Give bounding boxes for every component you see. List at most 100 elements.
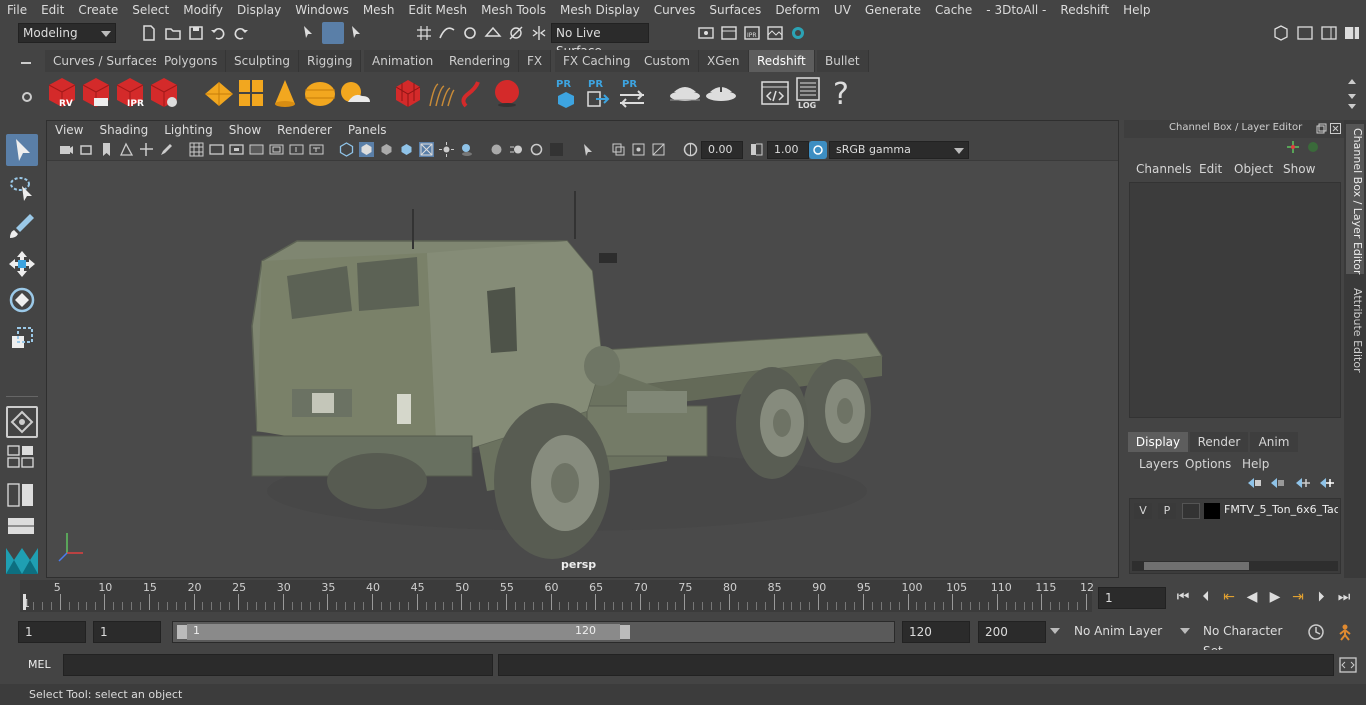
menu-edit[interactable]: Edit (1199, 162, 1222, 176)
camera-attributes-icon[interactable] (59, 142, 74, 157)
step-back-frame-button[interactable]: ⏴ (1196, 587, 1216, 607)
log-viewer-icon[interactable]: LOG (794, 76, 822, 110)
menu-surfaces[interactable]: Surfaces (702, 0, 768, 20)
layer-name[interactable]: FMTV_5_Ton_6x6_Tacti (1224, 503, 1338, 516)
attribute-filter-icon[interactable] (1306, 140, 1320, 154)
panel-menu-lighting[interactable]: Lighting (156, 123, 221, 137)
viewport-panel[interactable]: View Shading Lighting Show Renderer Panels 0.… (46, 120, 1119, 578)
exposure-field[interactable]: 0.00 (701, 141, 743, 159)
live-surface-field[interactable]: No Live Surface (551, 23, 649, 58)
use-all-lights-icon[interactable] (439, 142, 454, 157)
default-material-icon[interactable] (379, 142, 394, 157)
channel-box-toggle-icon[interactable] (1343, 24, 1361, 42)
chevron-down-icon[interactable] (1180, 628, 1190, 634)
menu-edit-mesh[interactable]: Edit Mesh (401, 0, 474, 20)
menu-mesh[interactable]: Mesh (356, 0, 402, 20)
side-tab-attribute-editor[interactable]: Attribute Editor (1346, 284, 1364, 374)
tab-display[interactable]: Display (1128, 432, 1188, 452)
panel-menu-renderer[interactable]: Renderer (269, 123, 340, 137)
paint-select-tool-button[interactable] (6, 210, 38, 242)
tab-polygons[interactable]: Polygons (156, 50, 227, 72)
snap-curve-icon[interactable] (438, 24, 456, 42)
field-chart-icon[interactable] (269, 142, 284, 157)
gamma-field[interactable]: 1.00 (767, 141, 809, 159)
scene-start-field[interactable]: 1 (18, 621, 86, 643)
pr-export-icon[interactable]: PR (586, 76, 610, 110)
menu-create[interactable]: Create (71, 0, 125, 20)
channel-box-icon[interactable] (1286, 140, 1300, 154)
2d-pan-zoom-icon[interactable] (139, 142, 154, 157)
menu-options[interactable]: Options (1185, 457, 1231, 471)
menu-mesh-tools[interactable]: Mesh Tools (474, 0, 553, 20)
menu-generate[interactable]: Generate (858, 0, 928, 20)
step-forward-key-button[interactable]: ⇥ (1288, 587, 1308, 607)
panel-menu-view[interactable]: View (47, 123, 91, 137)
menu-select[interactable]: Select (125, 0, 176, 20)
save-scene-icon[interactable] (187, 24, 205, 42)
go-to-start-button[interactable]: ⏮ (1173, 587, 1193, 607)
render-view-cube-icon[interactable]: RV (46, 76, 78, 110)
pr-import-icon[interactable]: PR (554, 76, 578, 110)
shadows-icon[interactable] (459, 142, 474, 157)
tab-fx-caching[interactable]: FX Caching (555, 50, 640, 72)
select-hierarchy-icon[interactable] (300, 23, 318, 41)
redo-icon[interactable] (232, 24, 250, 42)
command-language-label[interactable]: MEL (28, 658, 51, 671)
step-back-key-button[interactable]: ⇤ (1219, 587, 1239, 607)
panel-menu-panels[interactable]: Panels (340, 123, 395, 137)
make-live-icon[interactable] (507, 24, 525, 42)
animation-preferences-icon[interactable] (1336, 623, 1356, 641)
soft-select-button[interactable] (6, 406, 38, 438)
select-component-icon[interactable] (348, 23, 366, 41)
lasso-tool-button[interactable] (6, 172, 38, 204)
resolution-gate-icon[interactable] (229, 142, 244, 157)
command-input[interactable] (63, 654, 493, 676)
panel-menu-show[interactable]: Show (221, 123, 269, 137)
open-scene-icon[interactable] (164, 24, 182, 42)
depth-of-field-icon[interactable] (549, 142, 564, 157)
tab-anim[interactable]: Anim (1250, 432, 1298, 452)
grease-pencil-icon[interactable] (159, 142, 174, 157)
menu-uv[interactable]: UV (827, 0, 858, 20)
shelf-settings-gear-icon[interactable] (20, 90, 34, 104)
menu-modify[interactable]: Modify (176, 0, 230, 20)
current-frame-marker[interactable] (23, 594, 26, 610)
smooth-shade-icon[interactable] (359, 142, 374, 157)
tab-sculpting[interactable]: Sculpting (226, 50, 300, 72)
new-scene-icon[interactable] (140, 24, 158, 42)
menu-file[interactable]: File (0, 0, 34, 20)
menu-channels[interactable]: Channels (1136, 162, 1192, 176)
multisample-aa-icon[interactable] (529, 142, 544, 157)
menu-deform[interactable]: Deform (768, 0, 827, 20)
layout-split-icon[interactable] (6, 482, 36, 508)
menu-object[interactable]: Object (1234, 162, 1273, 176)
menu-3dtoall[interactable]: - 3DtoAll - (979, 0, 1053, 20)
layer-visibility-toggle[interactable]: V (1134, 503, 1152, 519)
menu-display[interactable]: Display (230, 0, 288, 20)
new-layer-icon[interactable] (1294, 476, 1310, 490)
snap-grid-icon[interactable] (415, 24, 433, 42)
snap-point-icon[interactable] (461, 24, 479, 42)
modeling-toolkit-icon[interactable] (1296, 24, 1314, 42)
tab-render[interactable]: Render (1190, 432, 1248, 452)
tab-rigging[interactable]: Rigging (299, 50, 362, 72)
color-management-icon[interactable] (809, 141, 827, 159)
render-settings-icon[interactable] (697, 24, 715, 42)
playback-start-field[interactable]: 1 (93, 621, 161, 643)
menu-edit[interactable]: Edit (34, 0, 71, 20)
layer-color-swatch[interactable] (1204, 503, 1220, 519)
camera-lock-icon[interactable] (80, 142, 95, 157)
script-editor-icon[interactable] (760, 78, 790, 108)
script-editor-button-icon[interactable] (1339, 656, 1357, 674)
wireframe-on-shaded-icon[interactable] (399, 142, 414, 157)
scene-end-field[interactable]: 200 (978, 621, 1046, 643)
menu-cache[interactable]: Cache (928, 0, 979, 20)
snap-view-plane-icon[interactable] (484, 24, 502, 42)
play-forwards-button[interactable]: ▶ (1265, 587, 1285, 607)
panel-menu-shading[interactable]: Shading (91, 123, 156, 137)
menu-curves[interactable]: Curves (647, 0, 703, 20)
menu-redshift[interactable]: Redshift (1053, 0, 1116, 20)
time-slider[interactable]: 1 5 10 15 20 25 30 35 40 45 50 55 60 65 70 75 80 85 90 95 1… (20, 580, 1094, 612)
pie-dish-icon[interactable] (668, 80, 702, 108)
mode-selector[interactable]: Modeling (18, 23, 116, 43)
